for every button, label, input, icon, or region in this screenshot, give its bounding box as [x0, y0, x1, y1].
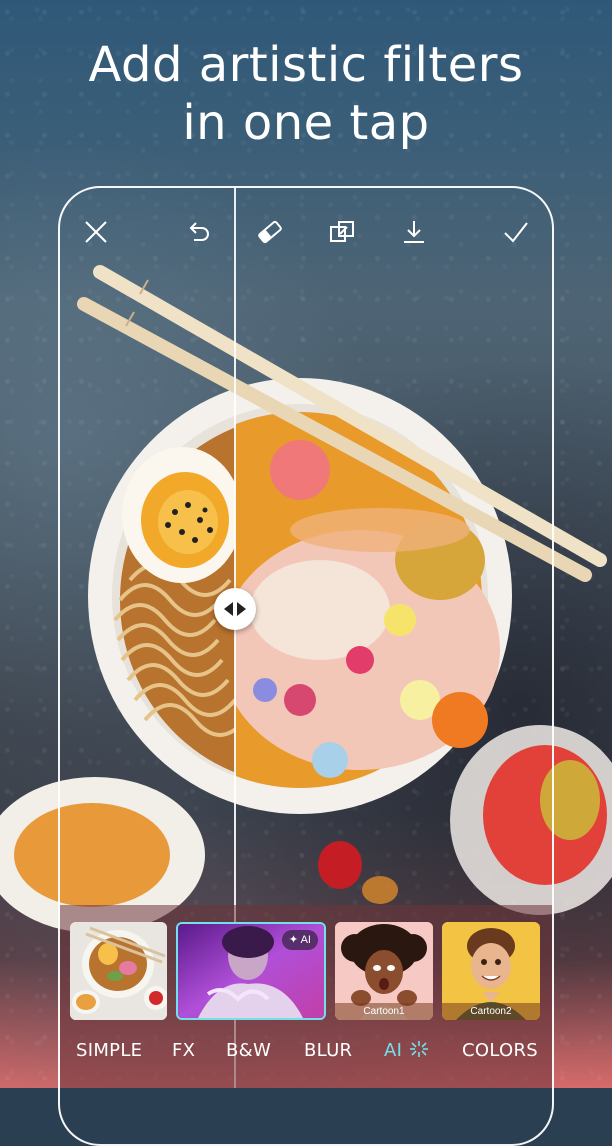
tab-ai-label: AI	[384, 1040, 403, 1061]
undo-icon	[189, 222, 209, 241]
tab-blur[interactable]: BLUR	[304, 1036, 352, 1066]
close-button[interactable]	[78, 214, 114, 250]
close-icon	[85, 221, 107, 243]
filter-thumb-cartoon1[interactable]: Cartoon1	[335, 922, 433, 1020]
sparkle-burst-icon	[410, 1041, 429, 1057]
filter-thumb-ai[interactable]: ✦ AI	[176, 922, 326, 1020]
compare-button[interactable]	[324, 214, 360, 250]
tab-simple[interactable]: SIMPLE	[76, 1036, 142, 1066]
ramen-thumbnail-image	[70, 922, 167, 1020]
headline: Add artistic filters in one tap	[0, 36, 612, 152]
download-icon	[404, 221, 424, 243]
eraser-icon	[258, 220, 282, 244]
tab-ai[interactable]: AI	[384, 1036, 430, 1066]
ai-badge: ✦ AI	[281, 930, 318, 950]
ai-badge-label: AI	[300, 934, 311, 946]
filter-category-tabs: SIMPLE FX B&W BLUR AI COLORS	[60, 1036, 552, 1066]
checkmark-icon	[504, 222, 528, 243]
apply-button[interactable]	[498, 214, 534, 250]
compare-icon	[330, 221, 354, 242]
tab-fx[interactable]: FX	[172, 1036, 195, 1066]
headline-line-1: Add artistic filters	[88, 37, 524, 93]
undo-button[interactable]	[180, 214, 216, 250]
filter-thumb-caption: Cartoon2	[442, 1003, 540, 1020]
eraser-button[interactable]	[252, 214, 288, 250]
download-button[interactable]	[396, 214, 432, 250]
filter-thumb-caption: Cartoon1	[335, 1003, 433, 1020]
tab-bw[interactable]: B&W	[226, 1036, 271, 1066]
filter-thumb-cartoon2[interactable]: Cartoon2	[442, 922, 540, 1020]
headline-line-2: in one tap	[182, 95, 430, 151]
left-right-arrows-icon	[224, 602, 246, 616]
filter-thumb-original[interactable]	[70, 922, 167, 1020]
sparkle-icon: ✦	[288, 934, 299, 946]
compare-handle[interactable]	[214, 588, 256, 630]
tab-colors[interactable]: COLORS	[462, 1036, 538, 1066]
